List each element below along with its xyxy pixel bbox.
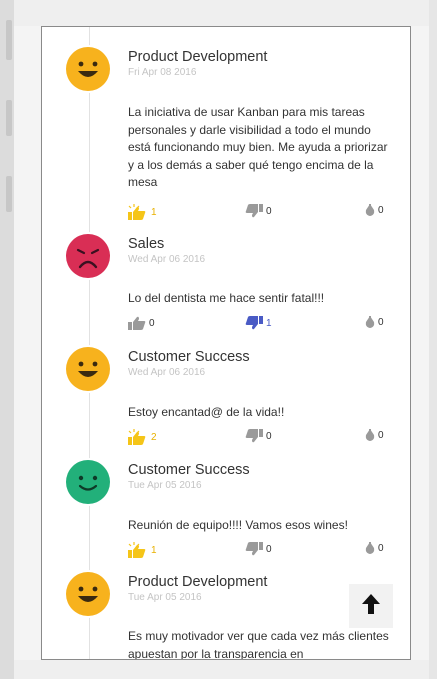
comment-icon — [365, 429, 375, 441]
post-date: Wed Apr 06 2016 — [128, 367, 206, 378]
scroll-top-button[interactable] — [349, 584, 393, 628]
post-team: Product Development — [128, 574, 268, 590]
thumbs-up-icon — [128, 204, 148, 220]
post-text: Estoy encantad@ de la vida!! — [128, 405, 285, 419]
feed-screen[interactable]: Product Development Fri Apr 08 2016 La i… — [41, 26, 411, 660]
device-button — [6, 176, 12, 212]
dislike-button[interactable]: 1 — [245, 316, 272, 330]
like-button[interactable]: 1 — [128, 542, 157, 558]
dislike-button[interactable]: 0 — [245, 429, 272, 443]
thumbs-down-icon — [245, 204, 263, 218]
dislike-button[interactable]: 0 — [245, 204, 272, 218]
smile-face-icon[interactable] — [66, 460, 110, 504]
dislike-count: 0 — [266, 430, 272, 442]
post-date: Fri Apr 08 2016 — [128, 67, 197, 78]
happy-face-icon[interactable] — [66, 572, 110, 616]
feed-item: Customer Success Wed Apr 06 2016 Estoy e… — [42, 347, 410, 457]
post-actions: 1 0 0 — [128, 204, 392, 220]
happy-face-icon[interactable] — [66, 47, 110, 91]
post-actions: 1 0 0 — [128, 542, 392, 558]
sad-face-icon[interactable] — [66, 234, 110, 278]
post-team: Sales — [128, 236, 165, 252]
thumbs-up-icon — [128, 542, 148, 558]
thumbs-down-icon — [245, 316, 263, 330]
post-text: Lo del dentista me hace sentir fatal!!! — [128, 291, 325, 305]
post-text: Es muy motivador ver que cada vez más cl… — [128, 629, 389, 660]
like-button[interactable]: 2 — [128, 429, 157, 445]
device-button — [6, 100, 12, 136]
post-team: Customer Success — [128, 462, 250, 478]
dislike-count: 1 — [266, 317, 272, 329]
comment-button[interactable]: 0 — [365, 542, 384, 554]
like-count: 2 — [151, 431, 157, 443]
like-count: 1 — [151, 544, 157, 556]
device-button — [6, 20, 12, 60]
comment-icon — [365, 204, 375, 216]
like-count: 0 — [149, 317, 155, 329]
feed-item: Customer Success Tue Apr 05 2016 Reunión… — [42, 460, 410, 570]
post-actions: 0 1 0 — [128, 316, 392, 332]
comment-button[interactable]: 0 — [365, 316, 384, 328]
comment-count: 0 — [378, 429, 384, 441]
thumbs-up-icon — [128, 429, 148, 445]
comment-button[interactable]: 0 — [365, 204, 384, 216]
feed-item: Product Development Fri Apr 08 2016 La i… — [42, 47, 410, 247]
comment-count: 0 — [378, 542, 384, 554]
device-frame-top — [14, 0, 429, 26]
comment-icon — [365, 542, 375, 554]
post-team: Product Development — [128, 49, 268, 65]
post-date: Wed Apr 06 2016 — [128, 254, 206, 265]
thumbs-down-icon — [245, 429, 263, 443]
dislike-count: 0 — [266, 543, 272, 555]
post-text: La iniciativa de usar Kanban para mis ta… — [128, 105, 388, 189]
comment-icon — [365, 316, 375, 328]
comment-count: 0 — [378, 316, 384, 328]
comment-count: 0 — [378, 204, 384, 216]
like-count: 1 — [151, 206, 157, 218]
post-team: Customer Success — [128, 349, 250, 365]
thumbs-down-icon — [245, 542, 263, 556]
device-frame-right — [429, 0, 437, 679]
arrow-up-icon — [361, 593, 381, 620]
like-button[interactable]: 0 — [128, 316, 155, 330]
post-date: Tue Apr 05 2016 — [128, 592, 202, 603]
post-actions: 2 0 0 — [128, 429, 392, 445]
like-button[interactable]: 1 — [128, 204, 157, 220]
device-frame-bottom — [14, 660, 429, 679]
dislike-count: 0 — [266, 205, 272, 217]
thumbs-up-icon — [128, 316, 146, 330]
dislike-button[interactable]: 0 — [245, 542, 272, 556]
post-date: Tue Apr 05 2016 — [128, 480, 202, 491]
feed-item: Sales Wed Apr 06 2016 Lo del dentista me… — [42, 234, 410, 344]
post-text: Reunión de equipo!!!! Vamos esos wines! — [128, 518, 348, 532]
comment-button[interactable]: 0 — [365, 429, 384, 441]
happy-face-icon[interactable] — [66, 347, 110, 391]
